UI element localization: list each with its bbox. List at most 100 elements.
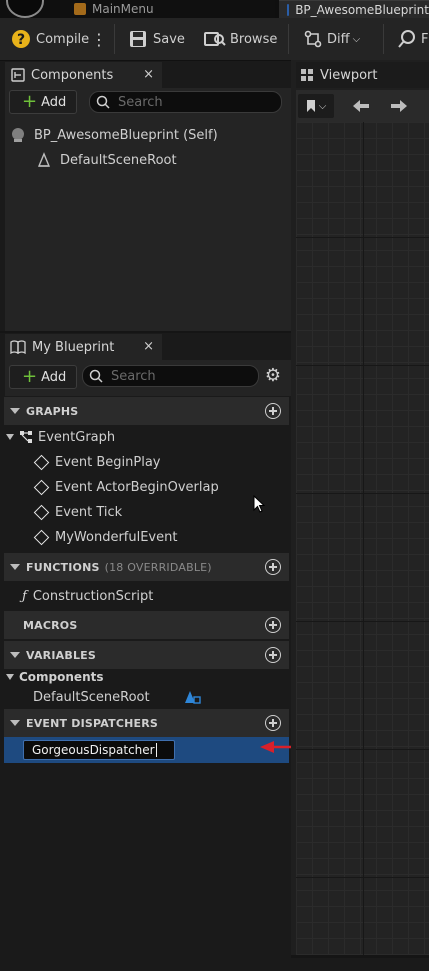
- tab-viewport[interactable]: Viewport: [296, 62, 429, 88]
- component-self-row[interactable]: BP_AwesomeBlueprint (Self): [10, 123, 295, 147]
- event-icon: [33, 529, 50, 545]
- my-blueprint-add-button[interactable]: + Add: [9, 365, 77, 389]
- find-icon: [398, 30, 415, 48]
- dispatcher-name-value: GorgeousDispatcher: [32, 743, 155, 757]
- chevron-down-icon: [10, 564, 20, 570]
- toolbar-divider: [288, 24, 289, 54]
- document-tab-bar: MainMenu BP_AwesomeBlueprint: [0, 0, 429, 19]
- bookmark-icon: [306, 100, 315, 112]
- browse-label: Browse: [230, 31, 278, 47]
- chevron-down-icon: [10, 652, 20, 658]
- my-blueprint-search-input[interactable]: Search: [82, 365, 259, 387]
- widget-blueprint-icon: [74, 3, 86, 15]
- my-blueprint-add-label: Add: [41, 369, 67, 385]
- event-icon: [33, 504, 50, 520]
- event-graph-row[interactable]: EventGraph: [6, 425, 291, 449]
- components-search-placeholder: Search: [118, 94, 163, 110]
- event-row[interactable]: MyWonderfulEvent: [33, 525, 286, 549]
- chevron-down-icon: ⌵: [318, 100, 327, 112]
- components-add-label: Add: [41, 94, 67, 110]
- component-root-label: DefaultSceneRoot: [60, 152, 177, 168]
- main-toolbar: ? Compile ⋮ Save Browse Diff ⌵ F: [0, 18, 429, 61]
- function-icon: ƒ: [22, 588, 27, 604]
- event-row[interactable]: Event BeginPlay: [33, 450, 286, 474]
- compile-label: Compile: [36, 31, 90, 47]
- viewport-icon: [301, 69, 313, 81]
- gear-icon[interactable]: ⚙: [262, 365, 284, 387]
- event-row[interactable]: Event Tick: [33, 500, 286, 524]
- search-icon: [89, 369, 103, 383]
- section-functions-label: FUNCTIONS: [26, 560, 100, 574]
- components-search-input[interactable]: Search: [89, 91, 282, 113]
- add-macro-icon[interactable]: [265, 617, 281, 633]
- find-button[interactable]: F: [397, 18, 428, 60]
- section-variables-label: VARIABLES: [26, 648, 96, 662]
- unreal-logo-icon[interactable]: [6, 0, 44, 18]
- compile-button[interactable]: ? Compile: [10, 18, 89, 60]
- variable-row[interactable]: DefaultSceneRoot: [33, 685, 286, 709]
- scene-component-icon: [37, 152, 51, 167]
- functions-overridable-note: (18 OVERRIDABLE): [104, 560, 212, 574]
- section-functions[interactable]: FUNCTIONS (18 OVERRIDABLE): [4, 553, 289, 581]
- my-blueprint-title: My Blueprint: [32, 339, 115, 355]
- blueprint-icon: [287, 4, 290, 16]
- event-label: Event ActorBeginOverlap: [55, 479, 219, 495]
- back-button[interactable]: [344, 94, 378, 118]
- diff-icon: [304, 30, 322, 48]
- section-variables[interactable]: VARIABLES: [4, 641, 289, 669]
- section-graphs[interactable]: GRAPHS: [4, 397, 289, 425]
- viewport-label: Viewport: [320, 67, 378, 83]
- bookmark-dropdown[interactable]: ⌵: [298, 94, 334, 118]
- save-icon: [130, 31, 146, 47]
- components-add-button[interactable]: + Add: [9, 90, 77, 114]
- viewport-grid[interactable]: [296, 122, 429, 955]
- browse-icon: [204, 32, 226, 46]
- scene-component-type-icon: [185, 691, 201, 704]
- svg-text:?: ?: [17, 32, 25, 48]
- compile-icon: ?: [12, 30, 30, 48]
- tab-main-menu[interactable]: MainMenu: [60, 0, 275, 18]
- viewport-toolbar: ⌵: [296, 90, 429, 122]
- search-icon: [96, 95, 110, 109]
- status-bar: [0, 958, 429, 971]
- construction-script-row[interactable]: ƒ ConstructionScript: [22, 584, 286, 608]
- components-title: Components: [31, 67, 114, 83]
- tab-blueprint[interactable]: BP_AwesomeBlueprint: [279, 0, 429, 19]
- section-event-dispatchers[interactable]: EVENT DISPATCHERS: [4, 709, 289, 737]
- construction-script-label: ConstructionScript: [32, 588, 154, 604]
- section-event-dispatchers-label: EVENT DISPATCHERS: [26, 716, 159, 730]
- tab-my-blueprint[interactable]: My Blueprint ×: [5, 334, 162, 360]
- browse-button[interactable]: Browse: [204, 18, 277, 60]
- section-graphs-label: GRAPHS: [26, 404, 79, 418]
- diff-label: Diff: [327, 31, 350, 47]
- dispatcher-name-input[interactable]: GorgeousDispatcher: [23, 740, 175, 760]
- event-icon: [33, 454, 50, 470]
- diff-button[interactable]: Diff ⌵: [303, 18, 360, 60]
- plus-icon: +: [22, 91, 38, 112]
- add-function-icon[interactable]: [265, 559, 281, 575]
- event-graph-label: EventGraph: [38, 429, 116, 445]
- component-root-row[interactable]: DefaultSceneRoot: [36, 148, 286, 172]
- event-label: Event Tick: [55, 504, 123, 520]
- add-event-dispatcher-icon[interactable]: [265, 715, 281, 731]
- save-label: Save: [153, 31, 185, 47]
- close-icon[interactable]: ×: [143, 339, 154, 354]
- add-variable-icon[interactable]: [265, 647, 281, 663]
- book-icon: [10, 340, 26, 354]
- save-button[interactable]: Save: [129, 18, 185, 60]
- self-object-icon: [12, 128, 24, 142]
- event-label: MyWonderfulEvent: [55, 529, 178, 545]
- section-macros[interactable]: MACROS: [4, 611, 289, 639]
- chevron-down-icon: [10, 408, 20, 414]
- event-row[interactable]: Event ActorBeginOverlap: [33, 475, 286, 499]
- arrow-right-icon: [391, 100, 407, 112]
- compile-options-icon[interactable]: ⋮: [91, 18, 107, 60]
- mouse-cursor-icon: [253, 495, 265, 513]
- add-graph-icon[interactable]: [265, 403, 281, 419]
- forward-button[interactable]: [382, 94, 416, 118]
- tab-components[interactable]: Components ×: [5, 62, 162, 88]
- event-icon: [33, 479, 50, 495]
- close-icon[interactable]: ×: [143, 67, 154, 82]
- variable-label: DefaultSceneRoot: [33, 689, 150, 705]
- chevron-down-icon: [6, 434, 14, 440]
